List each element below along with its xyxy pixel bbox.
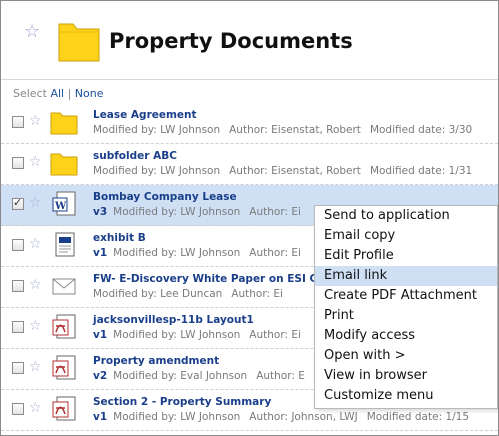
file-metadata: Modified by: Lee Duncan Author: Ei: [93, 288, 292, 300]
metadata-field: Author: E: [256, 370, 305, 382]
divider: [1, 79, 498, 80]
context-menu-item[interactable]: Create PDF Attachment: [315, 286, 497, 306]
folder-icon: [58, 23, 100, 62]
favorite-star-icon[interactable]: ☆: [29, 195, 42, 211]
select-none-link[interactable]: None: [75, 87, 104, 100]
word-document-icon: W: [50, 190, 78, 218]
metadata-field: Modified by: LW Johnson: [113, 329, 241, 341]
file-metadata: v1 Modified by: LW Johnson Author: Johnson…: [93, 411, 478, 423]
file-name-link[interactable]: Property amendment: [93, 355, 219, 367]
select-label: Select: [13, 87, 47, 100]
select-all-link[interactable]: All: [50, 87, 64, 100]
version-label[interactable]: v2: [93, 370, 107, 382]
svg-text:W: W: [54, 201, 67, 212]
file-metadata: v1 Modified by: LW Johnson Author: Ei: [93, 329, 310, 341]
pdf-icon: [50, 395, 78, 423]
context-menu-item[interactable]: Edit Profile: [315, 246, 497, 266]
metadata-field: Modified date: 1/31: [369, 165, 473, 177]
version-label[interactable]: v3: [93, 206, 107, 218]
separator: |: [67, 87, 72, 100]
favorite-star-icon[interactable]: ☆: [24, 21, 40, 42]
metadata-field: Modified by: LW Johnson: [93, 124, 221, 136]
file-row[interactable]: ☆ Lease Agreement Modified by: LW Johnson A…: [1, 103, 498, 144]
row-checkbox[interactable]: [12, 116, 24, 128]
file-name-link[interactable]: subfolder ABC: [93, 150, 177, 162]
metadata-field: Author: Eisenstat, Robert: [229, 124, 361, 136]
file-metadata: v2 Modified by: Eval Johnson Author: E: [93, 370, 314, 382]
pdf-icon: [50, 354, 78, 382]
metadata-field: Modified by: LW Johnson: [113, 247, 241, 259]
context-menu-item[interactable]: Email copy: [315, 226, 497, 246]
row-checkbox[interactable]: [12, 157, 24, 169]
row-checkbox[interactable]: [12, 280, 24, 292]
file-name-link[interactable]: jacksonvillesp-11b Layout1: [93, 314, 254, 326]
context-menu-item[interactable]: Modify access: [315, 326, 497, 346]
metadata-field: Modified by: LW Johnson: [113, 411, 241, 423]
file-name-link[interactable]: FW- E-Discovery White Paper on ESI C: [93, 273, 317, 285]
version-label[interactable]: v1: [93, 329, 107, 341]
email-icon: [50, 272, 78, 300]
folder-icon: [50, 108, 78, 136]
row-checkbox[interactable]: [12, 239, 24, 251]
file-metadata: Modified by: LW Johnson Author: Eisenstat…: [93, 165, 481, 177]
metadata-field: Author: Ei: [231, 288, 283, 300]
context-menu: Send to application Email copy Edit Profil…: [314, 205, 498, 409]
favorite-star-icon[interactable]: ☆: [29, 359, 42, 375]
context-menu-item[interactable]: View in browser: [315, 366, 497, 386]
file-name-link[interactable]: exhibit B: [93, 232, 146, 244]
favorite-star-icon[interactable]: ☆: [29, 400, 42, 416]
row-checkbox[interactable]: [12, 321, 24, 333]
row-checkbox[interactable]: [12, 196, 24, 210]
folder-icon: [50, 149, 78, 177]
metadata-field: Modified date: 1/15: [366, 411, 470, 423]
favorite-star-icon[interactable]: ☆: [29, 236, 42, 252]
favorite-star-icon[interactable]: ☆: [29, 154, 42, 170]
file-row[interactable]: ☆ subfolder ABC Modified by: LW Johnson Aut…: [1, 144, 498, 185]
context-menu-item[interactable]: Print: [315, 306, 497, 326]
metadata-field: Author: Eisenstat, Robert: [229, 165, 361, 177]
version-label[interactable]: v1: [93, 411, 107, 423]
row-checkbox[interactable]: [12, 403, 24, 415]
context-menu-item[interactable]: Send to application: [315, 206, 497, 226]
file-metadata: v3 Modified by: LW Johnson Author: Ei: [93, 206, 310, 218]
metadata-field: Author: Ei: [249, 247, 301, 259]
favorite-star-icon[interactable]: ☆: [29, 113, 42, 129]
page-title: Property Documents: [109, 29, 353, 53]
panel-header: ☆ Property Documents: [1, 1, 498, 79]
version-label[interactable]: v1: [93, 247, 107, 259]
document-icon: [50, 231, 78, 259]
metadata-field: Author: Ei: [249, 329, 301, 341]
metadata-field: Author: Johnson, LWJ: [249, 411, 358, 423]
metadata-field: Author: Ei: [249, 206, 301, 218]
document-panel: ☆ Property Documents Select All | None ☆…: [0, 0, 499, 436]
favorite-star-icon[interactable]: ☆: [29, 318, 42, 334]
metadata-field: Modified by: Lee Duncan: [93, 288, 223, 300]
file-metadata: v1 Modified by: LW Johnson Author: Ei: [93, 247, 310, 259]
metadata-field: Modified by: LW Johnson: [93, 165, 221, 177]
file-name-link[interactable]: Lease Agreement: [93, 109, 197, 121]
metadata-field: Modified date: 3/30: [369, 124, 473, 136]
row-checkbox[interactable]: [12, 362, 24, 374]
select-bar: Select All | None: [13, 87, 104, 100]
metadata-field: Modified by: LW Johnson: [113, 206, 241, 218]
pdf-icon: [50, 313, 78, 341]
file-name-link[interactable]: Section 2 - Property Summary: [93, 396, 271, 408]
file-metadata: Modified by: LW Johnson Author: Eisenstat…: [93, 124, 481, 136]
file-name-link[interactable]: Bombay Company Lease: [93, 191, 237, 203]
metadata-field: Modified by: Eval Johnson: [113, 370, 248, 382]
context-menu-item[interactable]: Customize menu: [315, 386, 497, 406]
context-menu-item[interactable]: Open with >: [315, 346, 497, 366]
favorite-star-icon[interactable]: ☆: [29, 277, 42, 293]
context-menu-item[interactable]: Email link: [315, 266, 497, 286]
